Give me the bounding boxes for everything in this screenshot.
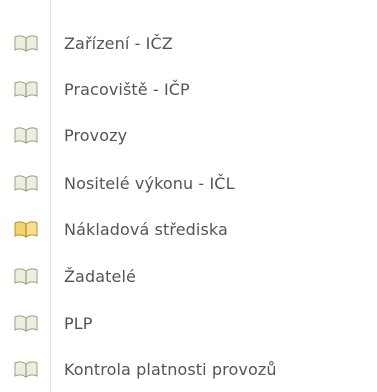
menu-item-label: Pracoviště - IČP <box>64 79 190 99</box>
menu-item-label: Žadatelé <box>64 266 136 286</box>
dropdown-menu: Zařízení - IČZ Pracoviště - IČP Provozy <box>0 0 378 392</box>
menu-item-zadatele[interactable]: Žadatelé <box>0 253 377 299</box>
menu-item-pracoviste[interactable]: Pracoviště - IČP <box>0 66 377 112</box>
book-icon <box>12 33 40 53</box>
menu-item-kontrola-platnosti-provozu[interactable]: Kontrola platnosti provozů <box>0 346 377 392</box>
book-icon <box>12 219 40 239</box>
menu-item-label: Kontrola platnosti provozů <box>64 359 277 379</box>
menu-item-label: Nákladová střediska <box>64 219 228 239</box>
book-icon <box>12 79 40 99</box>
menu-item-label: PLP <box>64 313 93 333</box>
menu-item-label: Provozy <box>64 125 128 145</box>
book-icon <box>12 359 40 379</box>
menu-item-nositele-vykonu[interactable]: Nositelé výkonu - IČL <box>0 160 377 206</box>
book-icon <box>12 125 40 145</box>
menu-item-label: Nositelé výkonu - IČL <box>64 173 235 193</box>
menu-item-zarizeni[interactable]: Zařízení - IČZ <box>0 20 377 66</box>
book-icon <box>12 313 40 333</box>
book-icon <box>12 173 40 193</box>
book-icon <box>12 266 40 286</box>
menu-item-nakladova-strediska[interactable]: Nákladová střediska <box>0 206 377 252</box>
menu-item-provozy[interactable]: Provozy <box>0 112 377 158</box>
menu-item-plp[interactable]: PLP <box>0 300 377 346</box>
menu-item-label: Zařízení - IČZ <box>64 33 173 53</box>
